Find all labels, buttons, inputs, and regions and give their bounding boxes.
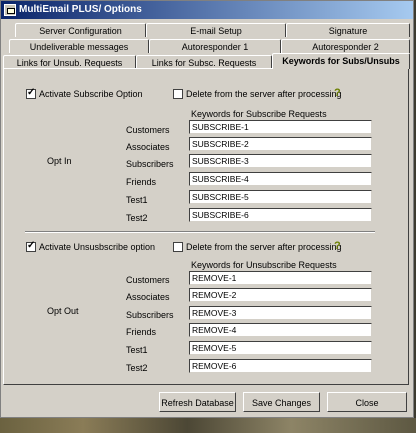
subscribe-keyword-input[interactable]: SUBSCRIBE-1 bbox=[189, 120, 372, 134]
subscribe-keyword-input[interactable]: SUBSCRIBE-6 bbox=[189, 208, 372, 222]
subscribe-keyword-input[interactable]: SUBSCRIBE-4 bbox=[189, 172, 372, 186]
window-title: MultiEmail PLUS/ Options bbox=[19, 4, 142, 15]
row-label-test2: Test2 bbox=[126, 213, 148, 223]
row-label-friends: Friends bbox=[126, 327, 157, 337]
activate-unsubscribe-checkbox[interactable] bbox=[26, 240, 36, 252]
tab-signature[interactable]: Signature bbox=[286, 23, 410, 37]
unsubscribe-keyword-input[interactable]: REMOVE-2 bbox=[189, 288, 372, 302]
row-label-test1: Test1 bbox=[126, 195, 148, 205]
activate-subscribe-label: Activate Subscribe Option bbox=[39, 89, 143, 99]
tab-keywords-subs-unsubs[interactable]: Keywords for Subs/Unsubs bbox=[272, 53, 410, 69]
tab-undeliverable-messages[interactable]: Undeliverable messages bbox=[9, 39, 149, 53]
row-label-subscribers: Subscribers bbox=[126, 310, 174, 320]
row-label-test2: Test2 bbox=[126, 363, 148, 373]
help-icon[interactable]: ? bbox=[334, 241, 344, 252]
row-label-friends: Friends bbox=[126, 177, 157, 187]
delete-after-processing-label: Delete from the server after processing bbox=[186, 242, 342, 252]
opt-in-label: Opt In bbox=[47, 156, 72, 166]
opt-out-label: Opt Out bbox=[47, 306, 79, 316]
delete-after-processing-checkbox[interactable] bbox=[173, 242, 183, 252]
unsubscribe-keywords-header: Keywords for Unsubscribe Requests bbox=[191, 260, 337, 270]
section-divider bbox=[25, 231, 375, 233]
tab-links-unsub-requests[interactable]: Links for Unsub. Requests bbox=[3, 55, 136, 69]
tab-autoresponder-1[interactable]: Autoresponder 1 bbox=[149, 39, 281, 53]
title-bar[interactable]: MultiEmail PLUS/ Options bbox=[1, 1, 413, 19]
unsubscribe-keyword-input[interactable]: REMOVE-4 bbox=[189, 323, 372, 337]
row-label-customers: Customers bbox=[126, 275, 170, 285]
row-label-test1: Test1 bbox=[126, 345, 148, 355]
tab-email-setup[interactable]: E-mail Setup bbox=[146, 23, 286, 37]
unsubscribe-keyword-input[interactable]: REMOVE-6 bbox=[189, 359, 372, 373]
tab-server-configuration[interactable]: Server Configuration bbox=[15, 23, 146, 37]
subscribe-keyword-input[interactable]: SUBSCRIBE-2 bbox=[189, 137, 372, 151]
unsubscribe-keyword-input[interactable]: REMOVE-5 bbox=[189, 341, 372, 355]
app-icon bbox=[4, 4, 16, 16]
row-label-associates: Associates bbox=[126, 292, 170, 302]
tab-autoresponder-2[interactable]: Autoresponder 2 bbox=[281, 39, 410, 53]
desktop-background bbox=[0, 418, 416, 433]
activate-subscribe-checkbox[interactable] bbox=[26, 87, 36, 99]
close-button[interactable]: Close bbox=[327, 392, 407, 412]
subscribe-keyword-input[interactable]: SUBSCRIBE-5 bbox=[189, 190, 372, 204]
activate-unsubscribe-label: Activate Unsusbscribe option bbox=[39, 242, 156, 252]
row-label-subscribers: Subscribers bbox=[126, 159, 174, 169]
subscribe-keyword-input[interactable]: SUBSCRIBE-3 bbox=[189, 154, 372, 168]
unsubscribe-keyword-input[interactable]: REMOVE-3 bbox=[189, 306, 372, 320]
row-label-customers: Customers bbox=[126, 125, 170, 135]
tab-links-subsc-requests[interactable]: Links for Subsc. Requests bbox=[136, 55, 272, 69]
delete-after-processing-checkbox[interactable] bbox=[173, 89, 183, 99]
row-label-associates: Associates bbox=[126, 142, 170, 152]
unsubscribe-keyword-input[interactable]: REMOVE-1 bbox=[189, 271, 372, 285]
save-changes-button[interactable]: Save Changes bbox=[243, 392, 320, 412]
help-icon[interactable]: ? bbox=[334, 88, 344, 99]
options-window: MultiEmail PLUS/ Options Server Configur… bbox=[0, 0, 414, 418]
subscribe-keywords-header: Keywords for Subscribe Requests bbox=[191, 109, 327, 119]
refresh-database-button[interactable]: Refresh Database bbox=[159, 392, 236, 412]
delete-after-processing-label: Delete from the server after processing bbox=[186, 89, 342, 99]
